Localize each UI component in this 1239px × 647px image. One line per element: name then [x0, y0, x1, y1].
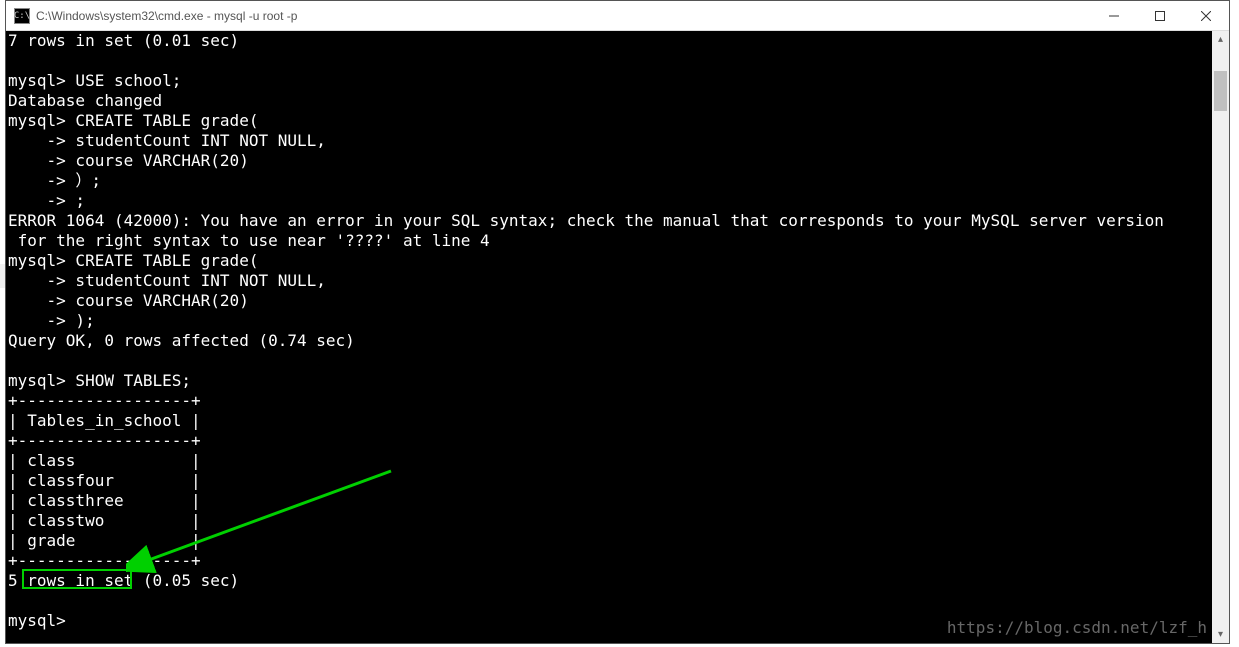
- terminal-line: +------------------+: [8, 431, 1229, 451]
- scroll-thumb[interactable]: [1214, 71, 1227, 111]
- terminal-line: | class |: [8, 451, 1229, 471]
- terminal-line: 7 rows in set (0.01 sec): [8, 31, 1229, 51]
- terminal-line: -> ;: [8, 191, 1229, 211]
- titlebar[interactable]: C:\ C:\Windows\system32\cmd.exe - mysql …: [6, 1, 1229, 31]
- terminal-line: mysql> SHOW TABLES;: [8, 371, 1229, 391]
- terminal-line: 5 rows in set (0.05 sec): [8, 571, 1229, 591]
- terminal-line: -> studentCount INT NOT NULL,: [8, 131, 1229, 151]
- vertical-scrollbar[interactable]: ▴ ▾: [1212, 31, 1229, 643]
- scroll-down-button[interactable]: ▾: [1212, 626, 1229, 643]
- terminal-line: [8, 591, 1229, 611]
- minimize-icon: [1109, 11, 1119, 21]
- terminal-line: | classfour |: [8, 471, 1229, 491]
- terminal-line: +------------------+: [8, 391, 1229, 411]
- minimize-button[interactable]: [1091, 1, 1137, 30]
- close-icon: [1201, 11, 1211, 21]
- terminal-line: mysql> USE school;: [8, 71, 1229, 91]
- terminal-line: [8, 51, 1229, 71]
- maximize-icon: [1155, 11, 1165, 21]
- terminal-line: -> );: [8, 311, 1229, 331]
- terminal-line: -> course VARCHAR(20): [8, 151, 1229, 171]
- terminal-line: ERROR 1064 (42000): You have an error in…: [8, 211, 1229, 231]
- window-title: C:\Windows\system32\cmd.exe - mysql -u r…: [36, 9, 297, 23]
- terminal-line: [8, 351, 1229, 371]
- terminal-line: | classthree |: [8, 491, 1229, 511]
- terminal-line: for the right syntax to use near '????' …: [8, 231, 1229, 251]
- terminal-line: | Tables_in_school |: [8, 411, 1229, 431]
- terminal-line: -> ）;: [8, 171, 1229, 191]
- maximize-button[interactable]: [1137, 1, 1183, 30]
- terminal-line: | classtwo |: [8, 511, 1229, 531]
- terminal-output[interactable]: 7 rows in set (0.01 sec) mysql> USE scho…: [6, 31, 1229, 643]
- terminal-line: +------------------+: [8, 551, 1229, 571]
- terminal-line: mysql> CREATE TABLE grade(: [8, 251, 1229, 271]
- cmd-window: C:\ C:\Windows\system32\cmd.exe - mysql …: [5, 0, 1230, 644]
- terminal-line: -> course VARCHAR(20): [8, 291, 1229, 311]
- terminal-line: Query OK, 0 rows affected (0.74 sec): [8, 331, 1229, 351]
- terminal-line: | grade |: [8, 531, 1229, 551]
- scroll-up-button[interactable]: ▴: [1212, 31, 1229, 48]
- cmd-icon: C:\: [14, 8, 30, 24]
- terminal-line: Database changed: [8, 91, 1229, 111]
- watermark-text: https://blog.csdn.net/lzf_h: [947, 618, 1207, 637]
- window-controls: [1091, 1, 1229, 30]
- terminal-line: mysql> CREATE TABLE grade(: [8, 111, 1229, 131]
- terminal-line: -> studentCount INT NOT NULL,: [8, 271, 1229, 291]
- close-button[interactable]: [1183, 1, 1229, 30]
